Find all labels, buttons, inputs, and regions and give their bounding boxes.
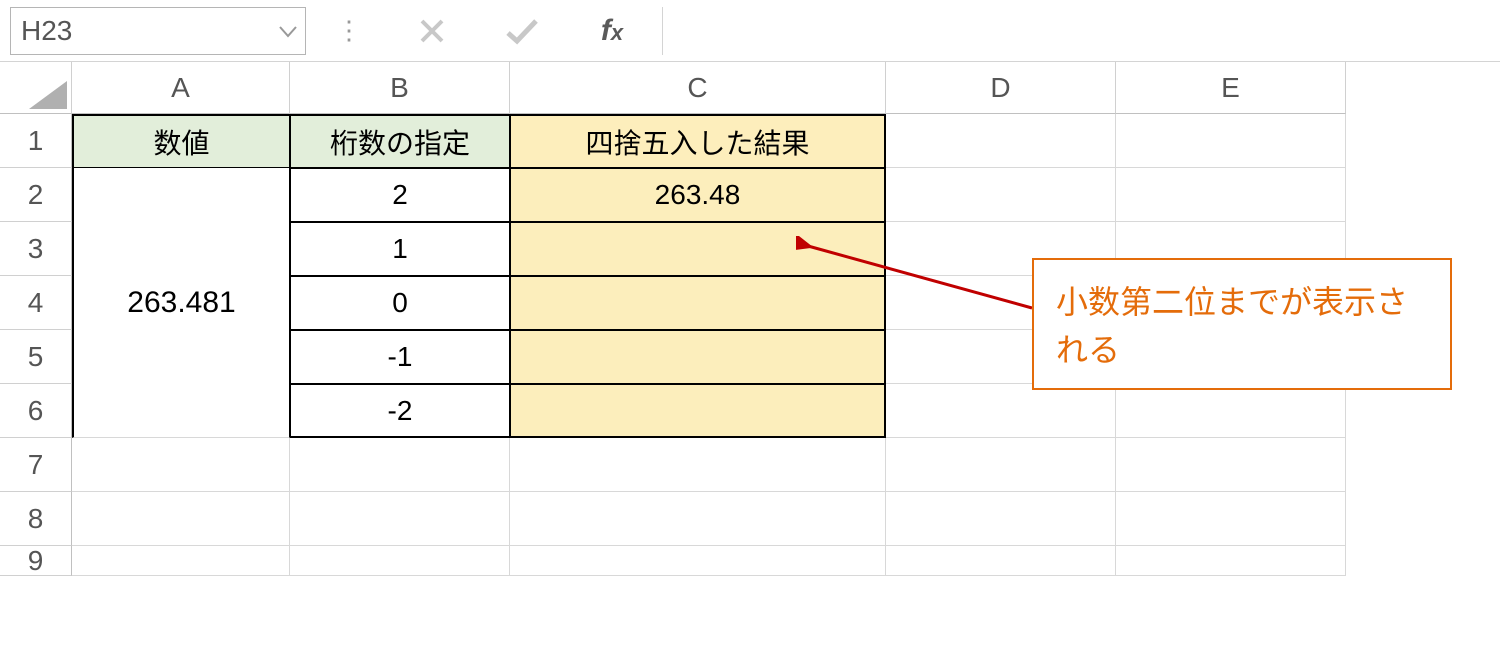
cell-B1[interactable]: 桁数の指定: [290, 114, 510, 168]
cell-D8[interactable]: [886, 492, 1116, 546]
cell-C2[interactable]: 263.48: [510, 168, 886, 222]
cell-B2[interactable]: 2: [290, 168, 510, 222]
name-box-value: H23: [21, 15, 72, 47]
annotation-callout: 小数第二位までが表示される: [1032, 258, 1452, 390]
fx-icon[interactable]: fx: [572, 7, 652, 55]
cell-D9[interactable]: [886, 546, 1116, 576]
cell-B4[interactable]: 0: [290, 276, 510, 330]
cell-E1[interactable]: [1116, 114, 1346, 168]
cell-C3[interactable]: [510, 222, 886, 276]
cell-B9[interactable]: [290, 546, 510, 576]
cell-A1[interactable]: 数値: [72, 114, 290, 168]
cell-E6[interactable]: [1116, 384, 1346, 438]
cell-B5[interactable]: -1: [290, 330, 510, 384]
formula-bar: H23 ⋮ fx: [0, 0, 1500, 62]
cell-C6[interactable]: [510, 384, 886, 438]
cell-C8[interactable]: [510, 492, 886, 546]
row-header-3[interactable]: 3: [0, 222, 72, 276]
col-header-B[interactable]: B: [290, 62, 510, 114]
cell-B3[interactable]: 1: [290, 222, 510, 276]
vertical-dots-icon[interactable]: ⋮: [316, 15, 382, 46]
cell-D2[interactable]: [886, 168, 1116, 222]
row-header-8[interactable]: 8: [0, 492, 72, 546]
col-header-A[interactable]: A: [72, 62, 290, 114]
row-header-1[interactable]: 1: [0, 114, 72, 168]
cell-D1[interactable]: [886, 114, 1116, 168]
cell-C4[interactable]: [510, 276, 886, 330]
row-header-9[interactable]: 9: [0, 546, 72, 576]
cell-C5[interactable]: [510, 330, 886, 384]
name-box[interactable]: H23: [10, 7, 306, 55]
row-header-5[interactable]: 5: [0, 330, 72, 384]
cell-A9[interactable]: [72, 546, 290, 576]
select-all-corner[interactable]: [0, 62, 72, 114]
col-header-C[interactable]: C: [510, 62, 886, 114]
formula-input[interactable]: [662, 7, 1490, 55]
cell-C9[interactable]: [510, 546, 886, 576]
row-header-2[interactable]: 2: [0, 168, 72, 222]
row-header-4[interactable]: 4: [0, 276, 72, 330]
row-header-6[interactable]: 6: [0, 384, 72, 438]
cell-D6[interactable]: [886, 384, 1116, 438]
cell-E8[interactable]: [1116, 492, 1346, 546]
chevron-down-icon[interactable]: [279, 17, 297, 45]
row-header-7[interactable]: 7: [0, 438, 72, 492]
cancel-icon: [392, 7, 472, 55]
cell-B7[interactable]: [290, 438, 510, 492]
cell-C1[interactable]: 四捨五入した結果: [510, 114, 886, 168]
cell-B6[interactable]: -2: [290, 384, 510, 438]
cell-E9[interactable]: [1116, 546, 1346, 576]
cell-E2[interactable]: [1116, 168, 1346, 222]
enter-icon: [482, 7, 562, 55]
cell-C7[interactable]: [510, 438, 886, 492]
col-header-E[interactable]: E: [1116, 62, 1346, 114]
cell-E7[interactable]: [1116, 438, 1346, 492]
cell-D7[interactable]: [886, 438, 1116, 492]
cell-A7[interactable]: [72, 438, 290, 492]
cell-B8[interactable]: [290, 492, 510, 546]
cell-A2-merged[interactable]: 263.481: [72, 168, 290, 438]
col-header-D[interactable]: D: [886, 62, 1116, 114]
cell-A8[interactable]: [72, 492, 290, 546]
